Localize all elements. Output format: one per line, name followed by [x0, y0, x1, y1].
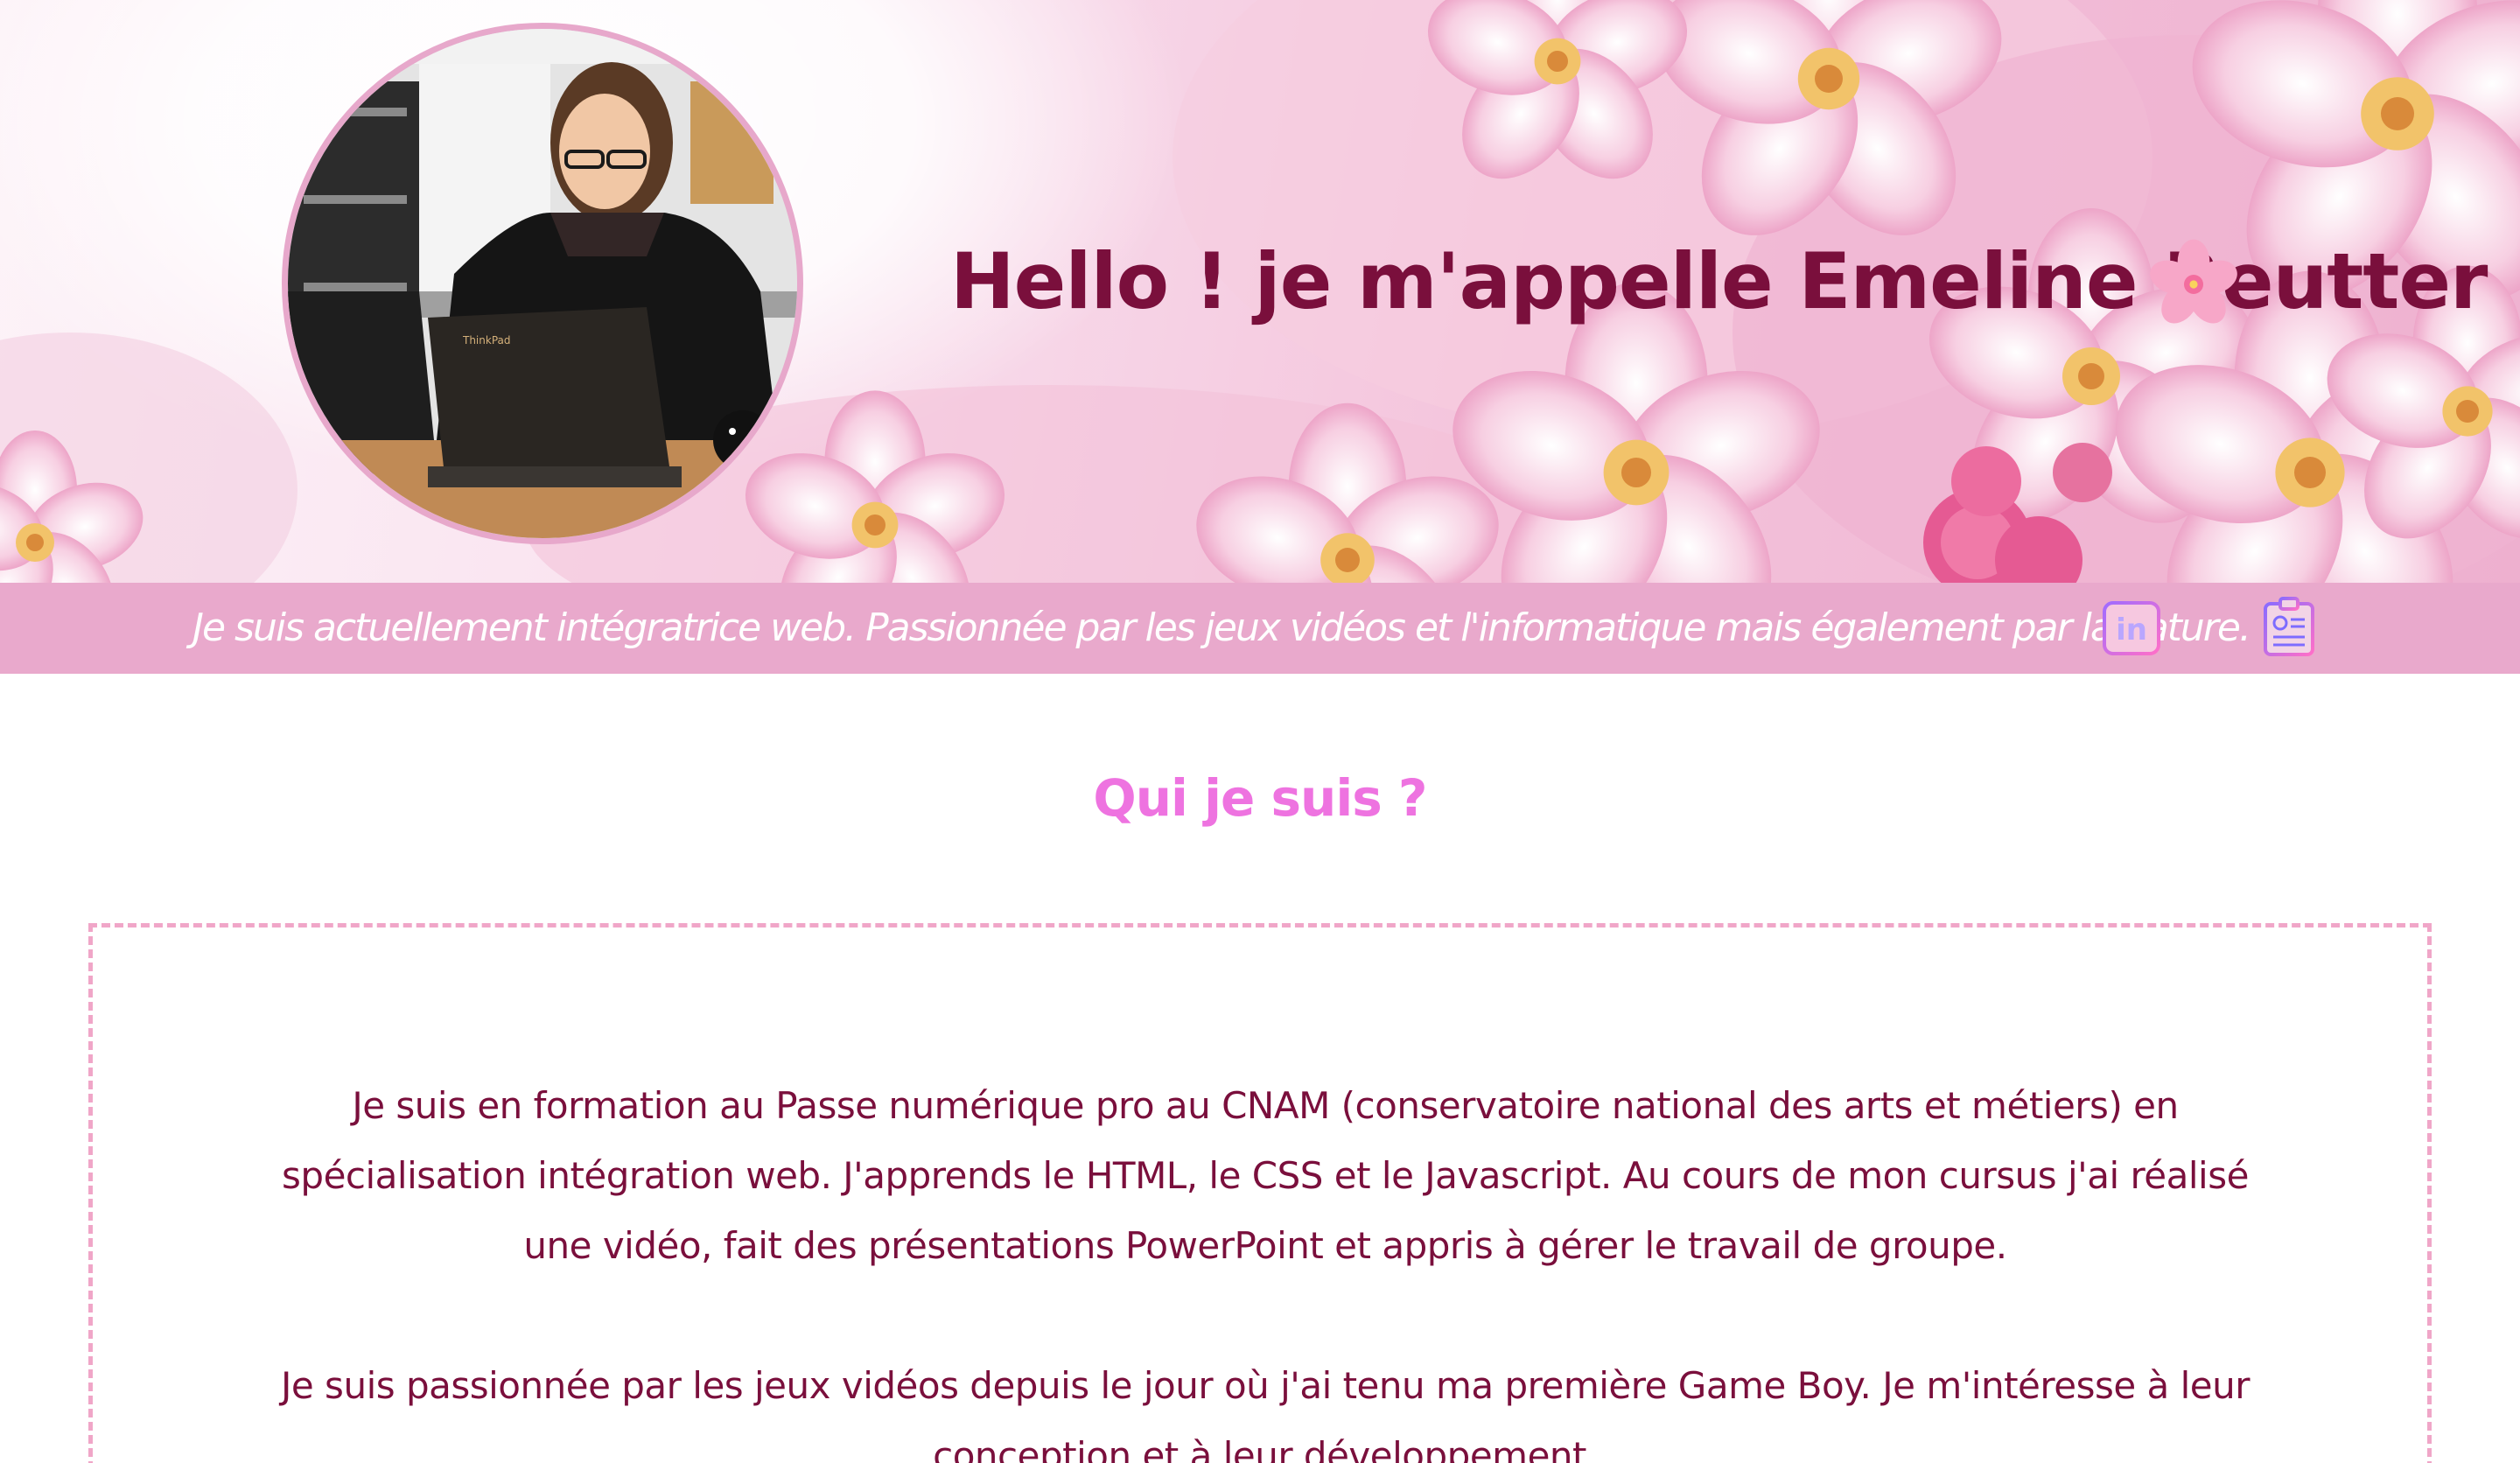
- about-box: Je suis en formation au Passe numérique …: [88, 923, 2432, 1463]
- linkedin-link[interactable]: in: [2102, 600, 2161, 656]
- section-title-about: Qui je suis ?: [1093, 768, 1427, 828]
- tagline: Je suis actuellement intégratrice web. P…: [192, 606, 2251, 650]
- about-paragraph-1: Je suis en formation au Passe numérique …: [282, 1084, 2249, 1267]
- page: ThinkPad Hello ! je m'appelle Emeline Re…: [0, 0, 2520, 1463]
- about-paragraph-2: Je suis passionnée par les jeux vidéos d…: [280, 1364, 2250, 1463]
- linkedin-icon: in: [2103, 601, 2160, 655]
- cherry-blossom-icon: [2150, 239, 2237, 324]
- hero-banner: ThinkPad Hello ! je m'appelle Emeline Re…: [0, 0, 2520, 583]
- svg-text:ThinkPad: ThinkPad: [462, 334, 511, 346]
- avatar: ThinkPad: [282, 23, 803, 544]
- cv-link[interactable]: [2261, 597, 2317, 658]
- tagline-band: Je suis actuellement intégratrice web. P…: [0, 583, 2520, 674]
- cv-icon: [2264, 597, 2314, 656]
- svg-text:in: in: [2116, 612, 2147, 648]
- avatar-photo: ThinkPad: [288, 29, 797, 538]
- page-title: Hello ! je m'appelle Emeline Reutter: [950, 236, 2488, 326]
